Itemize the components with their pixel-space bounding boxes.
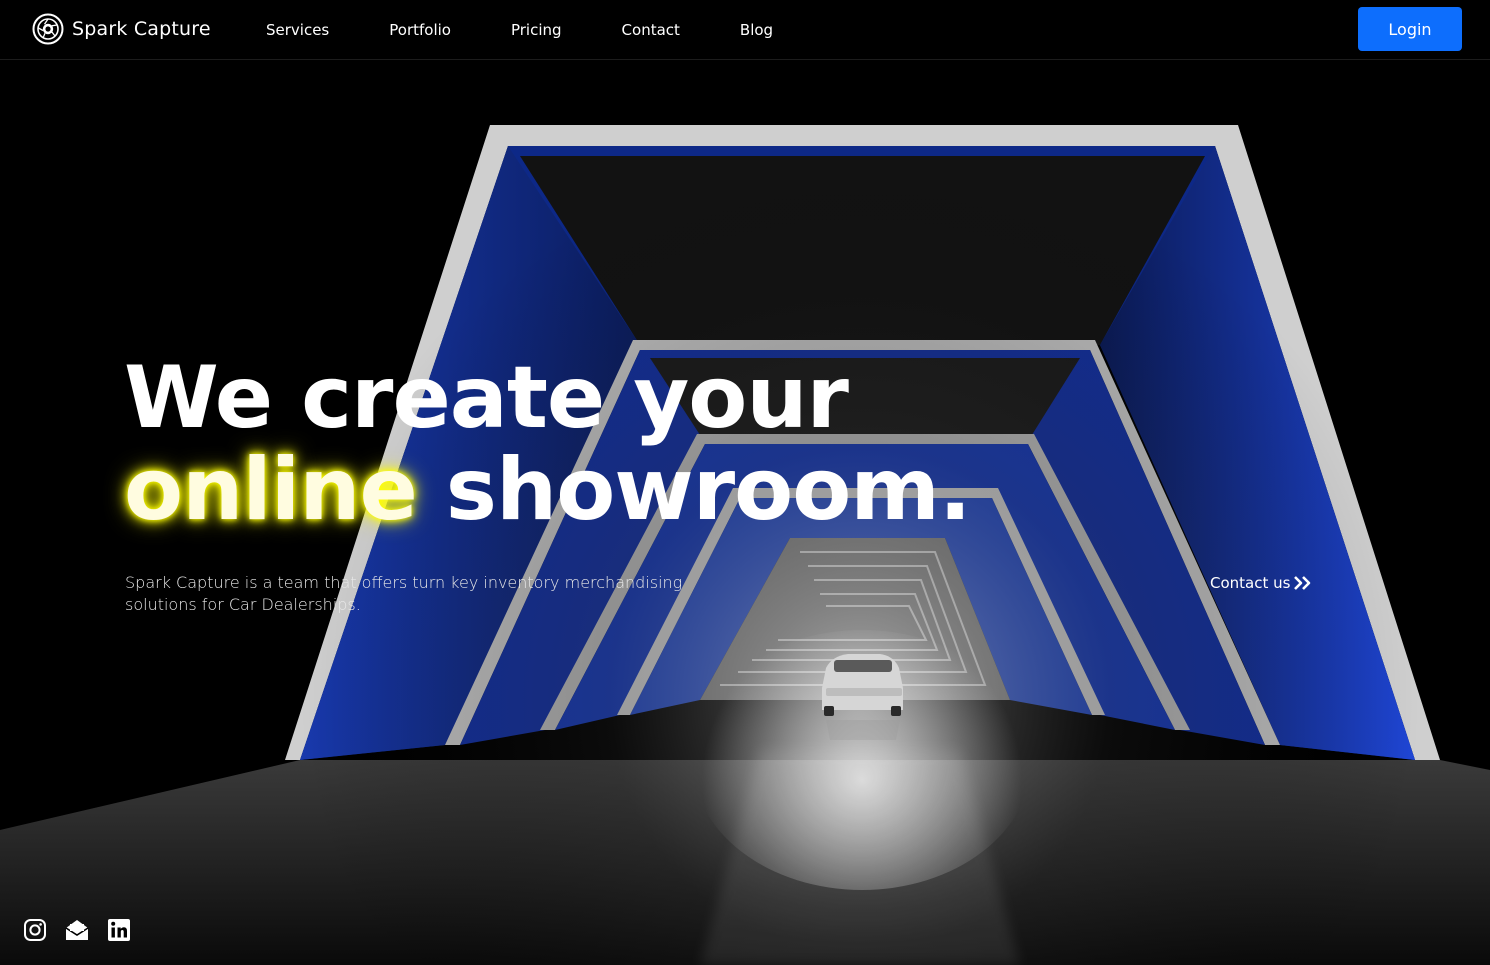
hero-title-highlight: online [124, 440, 418, 540]
nav-link-contact[interactable]: Contact [622, 21, 680, 39]
hero-title-rest: showroom. [445, 440, 972, 540]
car-shape [822, 654, 903, 740]
double-chevron-right-icon [1294, 576, 1311, 590]
login-button[interactable]: Login [1358, 7, 1462, 51]
top-navbar: Spark Capture Services Portfolio Pricing… [0, 0, 1490, 60]
contact-us-link[interactable]: Contact us [1210, 574, 1313, 592]
aperture-logo-icon [32, 13, 64, 45]
hero-title-line1: We create your [124, 348, 849, 448]
page: Spark Capture Services Portfolio Pricing… [0, 0, 1490, 965]
nav-link-portfolio[interactable]: Portfolio [389, 21, 451, 39]
nav-link-pricing[interactable]: Pricing [511, 21, 562, 39]
hero-section: We create your online showroom. Spark Ca… [0, 60, 1490, 965]
brand-name: Spark Capture [72, 18, 211, 40]
instagram-icon[interactable] [23, 918, 47, 942]
hero-description: Spark Capture is a team that offers turn… [125, 573, 683, 614]
nav-link-blog[interactable]: Blog [740, 21, 773, 39]
main-nav: Services Portfolio Pricing Contact Blog [266, 0, 833, 59]
brand[interactable]: Spark Capture [32, 13, 211, 45]
contact-us-label: Contact us [1210, 574, 1291, 592]
hero-title-line2: online showroom. [124, 444, 1084, 536]
social-links [23, 918, 149, 942]
envelope-open-icon[interactable] [65, 918, 89, 942]
linkedin-icon[interactable] [107, 918, 131, 942]
nav-link-services[interactable]: Services [266, 21, 329, 39]
hero-title: We create your online showroom. [124, 352, 1084, 536]
